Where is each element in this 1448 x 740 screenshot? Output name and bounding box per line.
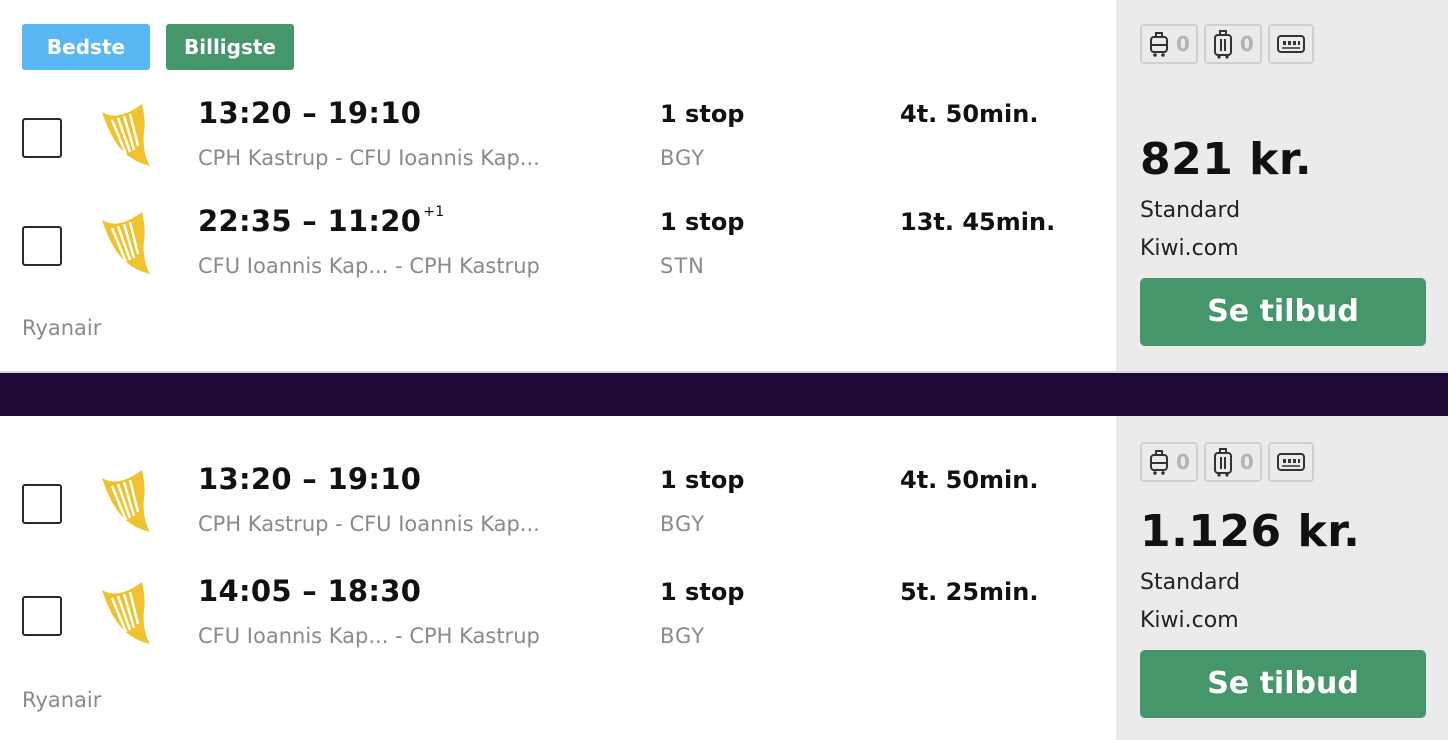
fare-card-icon	[1276, 453, 1305, 471]
provider-name: Kiwi.com	[1140, 608, 1239, 633]
return-leg: 22:35 – 11:20 +1 CFU Ioannis Kap... - CPH…	[0, 204, 1116, 300]
leg-stops: 1 stop	[660, 208, 745, 236]
view-deal-button[interactable]: Se tilbud	[1140, 278, 1426, 346]
provider-name: Kiwi.com	[1140, 236, 1239, 261]
leg-route: CFU Ioannis Kap... - CPH Kastrup	[198, 254, 540, 278]
checked-bag-count: 0	[1239, 32, 1254, 56]
fare-type: Standard	[1140, 570, 1241, 595]
ryanair-harp-icon	[102, 104, 150, 166]
leg-duration: 4t. 50min.	[900, 100, 1039, 128]
leg-duration: 4t. 50min.	[900, 466, 1039, 494]
flight-result-card[interactable]: 13:20 – 19:10 CPH Kastrup - CFU Ioannis …	[0, 416, 1448, 740]
leg-stops: 1 stop	[660, 578, 745, 606]
leg-duration: 5t. 25min.	[900, 578, 1039, 606]
fare-type: Standard	[1140, 198, 1241, 223]
leg-duration: 13t. 45min.	[900, 208, 1056, 236]
leg-route: CFU Ioannis Kap... - CPH Kastrup	[198, 624, 540, 648]
day-offset: +1	[423, 204, 445, 221]
price: 1.126 kr.	[1140, 506, 1361, 557]
flight-result-card[interactable]: Bedste Billigste 13:20 – 19:10 CPH Kastr…	[0, 0, 1448, 373]
leg-times: 14:05 – 18:30	[198, 574, 422, 608]
leg-times: 22:35 – 11:20 +1	[198, 204, 445, 238]
leg-checkbox[interactable]	[22, 484, 62, 524]
checked-bag-icon	[1213, 448, 1232, 477]
airline-name: Ryanair	[22, 688, 102, 712]
checked-bag-indicator[interactable]: 0	[1203, 442, 1262, 482]
cabin-bag-icon	[1150, 450, 1168, 475]
leg-stops: 1 stop	[660, 466, 745, 494]
cabin-bag-count: 0	[1176, 32, 1190, 56]
ryanair-harp-icon	[102, 470, 150, 532]
leg-checkbox[interactable]	[22, 596, 62, 636]
airline-name: Ryanair	[22, 316, 102, 340]
leg-stopover-airport: BGY	[660, 146, 706, 170]
fare-info-indicator[interactable]	[1267, 442, 1314, 482]
ryanair-harp-icon	[102, 582, 150, 644]
ryanair-harp-icon	[102, 212, 150, 274]
outbound-leg: 13:20 – 19:10 CPH Kastrup - CFU Ioannis …	[0, 96, 1116, 192]
checked-bag-indicator[interactable]: 0	[1203, 24, 1262, 64]
cabin-bag-count: 0	[1176, 450, 1190, 474]
leg-times: 13:20 – 19:10	[198, 96, 422, 130]
baggage-info: 0 0	[1140, 442, 1314, 482]
fare-info-indicator[interactable]	[1267, 24, 1314, 64]
cabin-bag-icon	[1150, 32, 1168, 57]
checked-bag-count: 0	[1239, 450, 1254, 474]
checked-bag-icon	[1213, 30, 1232, 59]
price: 821 kr.	[1140, 134, 1313, 185]
cheapest-badge: Billigste	[166, 24, 294, 70]
cabin-bag-indicator[interactable]: 0	[1140, 24, 1198, 64]
price-panel: 0 0 1.126 kr. Standard Kiwi.com Se tilbu…	[1116, 416, 1448, 740]
itinerary-panel: 13:20 – 19:10 CPH Kastrup - CFU Ioannis …	[0, 416, 1116, 740]
leg-route: CPH Kastrup - CFU Ioannis Kap...	[198, 146, 540, 170]
return-leg: 14:05 – 18:30 CFU Ioannis Kap... - CPH K…	[0, 574, 1116, 670]
fare-card-icon	[1276, 35, 1305, 53]
best-badge: Bedste	[22, 24, 150, 70]
price-panel: 0 0 821 kr. Standard Kiwi.com Se tilbud	[1116, 0, 1448, 371]
outbound-leg: 13:20 – 19:10 CPH Kastrup - CFU Ioannis …	[0, 462, 1116, 558]
baggage-info: 0 0	[1140, 24, 1314, 64]
leg-route: CPH Kastrup - CFU Ioannis Kap...	[198, 512, 540, 536]
itinerary-panel: Bedste Billigste 13:20 – 19:10 CPH Kastr…	[0, 0, 1116, 371]
view-deal-button[interactable]: Se tilbud	[1140, 650, 1426, 718]
leg-stopover-airport: STN	[660, 254, 705, 278]
leg-times: 13:20 – 19:10	[198, 462, 422, 496]
leg-checkbox[interactable]	[22, 118, 62, 158]
leg-stopover-airport: BGY	[660, 624, 706, 648]
leg-stops: 1 stop	[660, 100, 745, 128]
cabin-bag-indicator[interactable]: 0	[1140, 442, 1198, 482]
leg-stopover-airport: BGY	[660, 512, 706, 536]
leg-checkbox[interactable]	[22, 226, 62, 266]
